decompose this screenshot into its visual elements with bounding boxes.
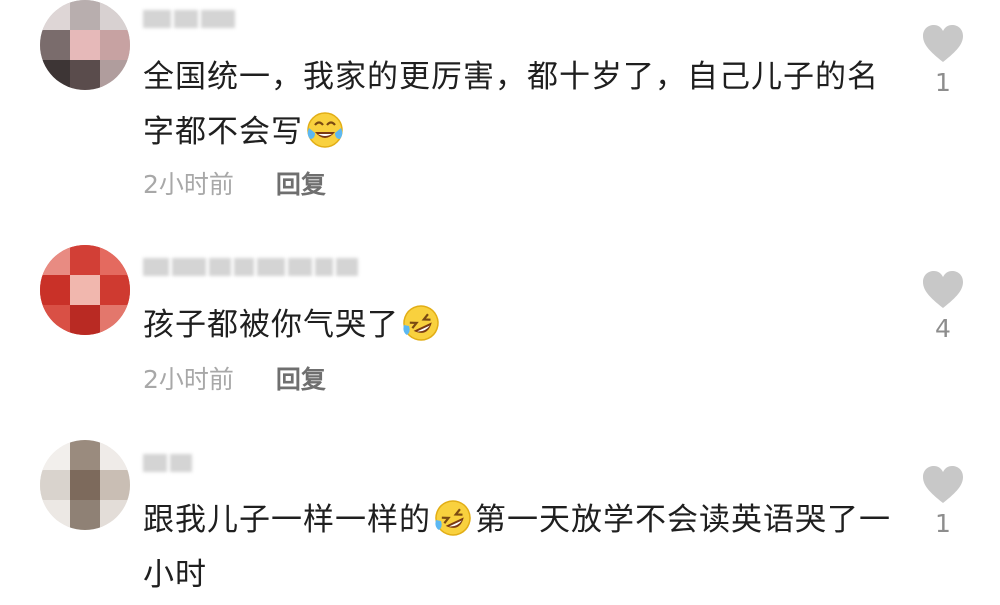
comment-meta: 2小时前 回复 bbox=[143, 170, 326, 200]
crying-laughing-emoji bbox=[305, 110, 345, 150]
like-count: 1 bbox=[935, 509, 951, 538]
username[interactable] bbox=[143, 258, 358, 276]
avatar[interactable] bbox=[40, 245, 130, 335]
reply-button[interactable]: 回复 bbox=[276, 365, 326, 395]
comment-item: 孩子都被你气哭了 2小时前 回复 4 bbox=[0, 240, 1000, 410]
comment-item: 全国统一，我家的更厉害，都十岁了，自己儿子的名字都不会写 2小时前 回复 1 bbox=[0, 0, 1000, 215]
heart-icon bbox=[923, 271, 963, 308]
username[interactable] bbox=[143, 10, 235, 28]
comment-text: 全国统一，我家的更厉害，都十岁了，自己儿子的名字都不会写 bbox=[143, 59, 879, 150]
comment-text: 孩子都被你气哭了 bbox=[143, 298, 893, 353]
like-count: 4 bbox=[935, 314, 951, 343]
comment-text: 跟我儿子一样一样的 第一天放学不会读英语哭了一小时 bbox=[143, 493, 893, 603]
heart-icon bbox=[923, 25, 963, 62]
username[interactable] bbox=[143, 454, 192, 472]
comment-list: 全国统一，我家的更厉害，都十岁了，自己儿子的名字都不会写 2小时前 回复 1 孩… bbox=[0, 0, 1000, 605]
avatar[interactable] bbox=[40, 440, 130, 530]
like-button[interactable]: 1 bbox=[915, 24, 971, 97]
like-button[interactable]: 1 bbox=[915, 465, 971, 538]
comment-meta: 2小时前 回复 bbox=[143, 365, 326, 395]
comment-item: 跟我儿子一样一样的 第一天放学不会读英语哭了一小时 1 bbox=[0, 430, 1000, 605]
rofl-emoji bbox=[401, 303, 441, 343]
like-button[interactable]: 4 bbox=[915, 270, 971, 343]
reply-button[interactable]: 回复 bbox=[276, 170, 326, 200]
like-count: 1 bbox=[935, 68, 951, 97]
timestamp: 2小时前 bbox=[143, 170, 234, 199]
timestamp: 2小时前 bbox=[143, 365, 234, 394]
rofl-emoji bbox=[433, 498, 473, 538]
heart-icon bbox=[923, 466, 963, 503]
avatar[interactable] bbox=[40, 0, 130, 90]
